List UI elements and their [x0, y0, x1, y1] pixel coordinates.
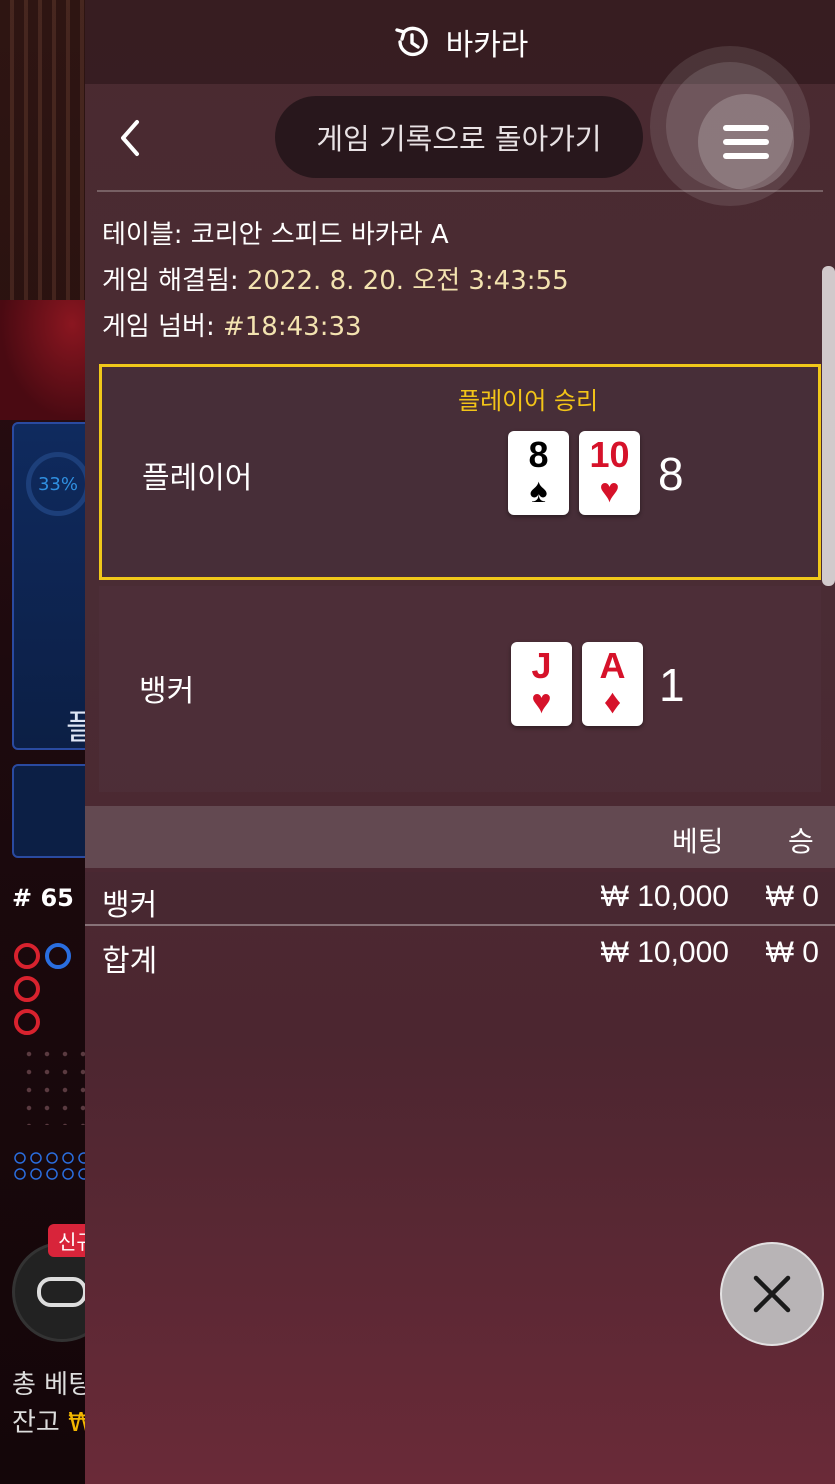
bet-type: 뱅커	[102, 888, 158, 923]
card-rank: 8	[528, 434, 549, 475]
bet-amount: ₩ 10,000	[600, 936, 729, 969]
menu-button-halo	[650, 46, 810, 206]
side-bet-spot[interactable]	[12, 764, 92, 858]
hand-label: 플레이어	[142, 461, 253, 496]
win-amount: ₩ 0	[765, 880, 819, 913]
game-history-panel: 바카라 게임 기록으로 돌아가기 테이블: 코리안 스피드 바카라 A 게임 해…	[85, 0, 835, 1484]
game-number-value: #18:43:33	[222, 312, 362, 342]
resolved-info: 게임 해결됨: 2022. 8. 20. 오전 3:43:55	[102, 260, 569, 297]
divider	[85, 924, 835, 926]
game-number-info: 게임 넘버: #18:43:33	[102, 306, 362, 343]
bets-table-header: 베팅 승	[85, 806, 835, 868]
bet-percent-indicator: 33%	[26, 452, 90, 516]
bead-banker	[14, 976, 40, 1002]
bet-type: 합계	[102, 944, 158, 979]
chevron-left-icon	[121, 120, 139, 156]
back-button[interactable]	[107, 112, 151, 164]
mini-road	[12, 1150, 92, 1180]
playing-card: 10 ♥	[579, 431, 640, 515]
playing-card: 8 ♠	[508, 431, 569, 515]
column-header-win: 승	[788, 825, 814, 858]
bead-player	[45, 943, 72, 969]
chip-icon	[37, 1277, 87, 1307]
resolved-info-value: 2022. 8. 20. 오전 3:43:55	[246, 266, 569, 296]
back-to-history-button[interactable]: 게임 기록으로 돌아가기	[275, 96, 643, 178]
hand-score: 1	[659, 659, 685, 711]
table-info-label: 테이블:	[102, 220, 191, 250]
hand-score: 8	[658, 448, 684, 500]
resolved-info-label: 게임 해결됨:	[102, 266, 247, 296]
window-lattice-decor	[0, 0, 90, 300]
divider	[97, 190, 823, 192]
table-info: 테이블: 코리안 스피드 바카라 A	[102, 214, 449, 251]
banker-cards: J ♥ A ♦	[511, 642, 643, 726]
panel-title: 바카라	[445, 28, 529, 63]
card-rank: J	[531, 645, 552, 686]
table-felt	[0, 300, 90, 420]
menu-button[interactable]	[698, 94, 794, 190]
table-info-value: 코리안 스피드 바카라 A	[190, 220, 449, 250]
close-button[interactable]	[720, 1242, 824, 1346]
bead-road	[14, 940, 94, 1039]
banker-hand: 뱅커 J ♥ A ♦ 1	[99, 586, 821, 792]
road-grid	[20, 1045, 90, 1125]
hand-label: 뱅커	[139, 674, 195, 709]
playing-card: A ♦	[582, 642, 643, 726]
close-icon	[753, 1275, 791, 1313]
column-header-bet: 베팅	[672, 825, 724, 858]
player-cards: 8 ♠ 10 ♥	[508, 431, 640, 515]
bet-amount: ₩ 10,000	[600, 880, 729, 913]
result-label: 플레이어 승리	[458, 387, 599, 415]
spade-icon: ♠	[529, 472, 548, 510]
diamond-icon: ♦	[603, 683, 622, 721]
bead-banker	[14, 943, 40, 969]
player-hand: 플레이어 승리 플레이어 8 ♠ 10 ♥ 8	[99, 364, 821, 580]
game-number-label: 게임 넘버:	[102, 312, 223, 342]
balance-label: 잔고	[12, 1408, 60, 1438]
table-row-total: 합계 ₩ 10,000 ₩ 0	[85, 928, 835, 982]
win-amount: ₩ 0	[765, 936, 819, 969]
history-icon	[394, 26, 428, 57]
table-row: 뱅커 ₩ 10,000 ₩ 0	[85, 872, 835, 926]
heart-icon: ♥	[531, 683, 552, 721]
scrollbar[interactable]	[822, 266, 835, 586]
playing-card: J ♥	[511, 642, 572, 726]
card-rank: 10	[589, 434, 630, 475]
round-number: # 65	[12, 884, 74, 912]
hamburger-icon	[723, 125, 769, 131]
heart-icon: ♥	[599, 472, 620, 510]
card-rank: A	[599, 645, 626, 686]
bead-banker	[14, 1009, 40, 1035]
